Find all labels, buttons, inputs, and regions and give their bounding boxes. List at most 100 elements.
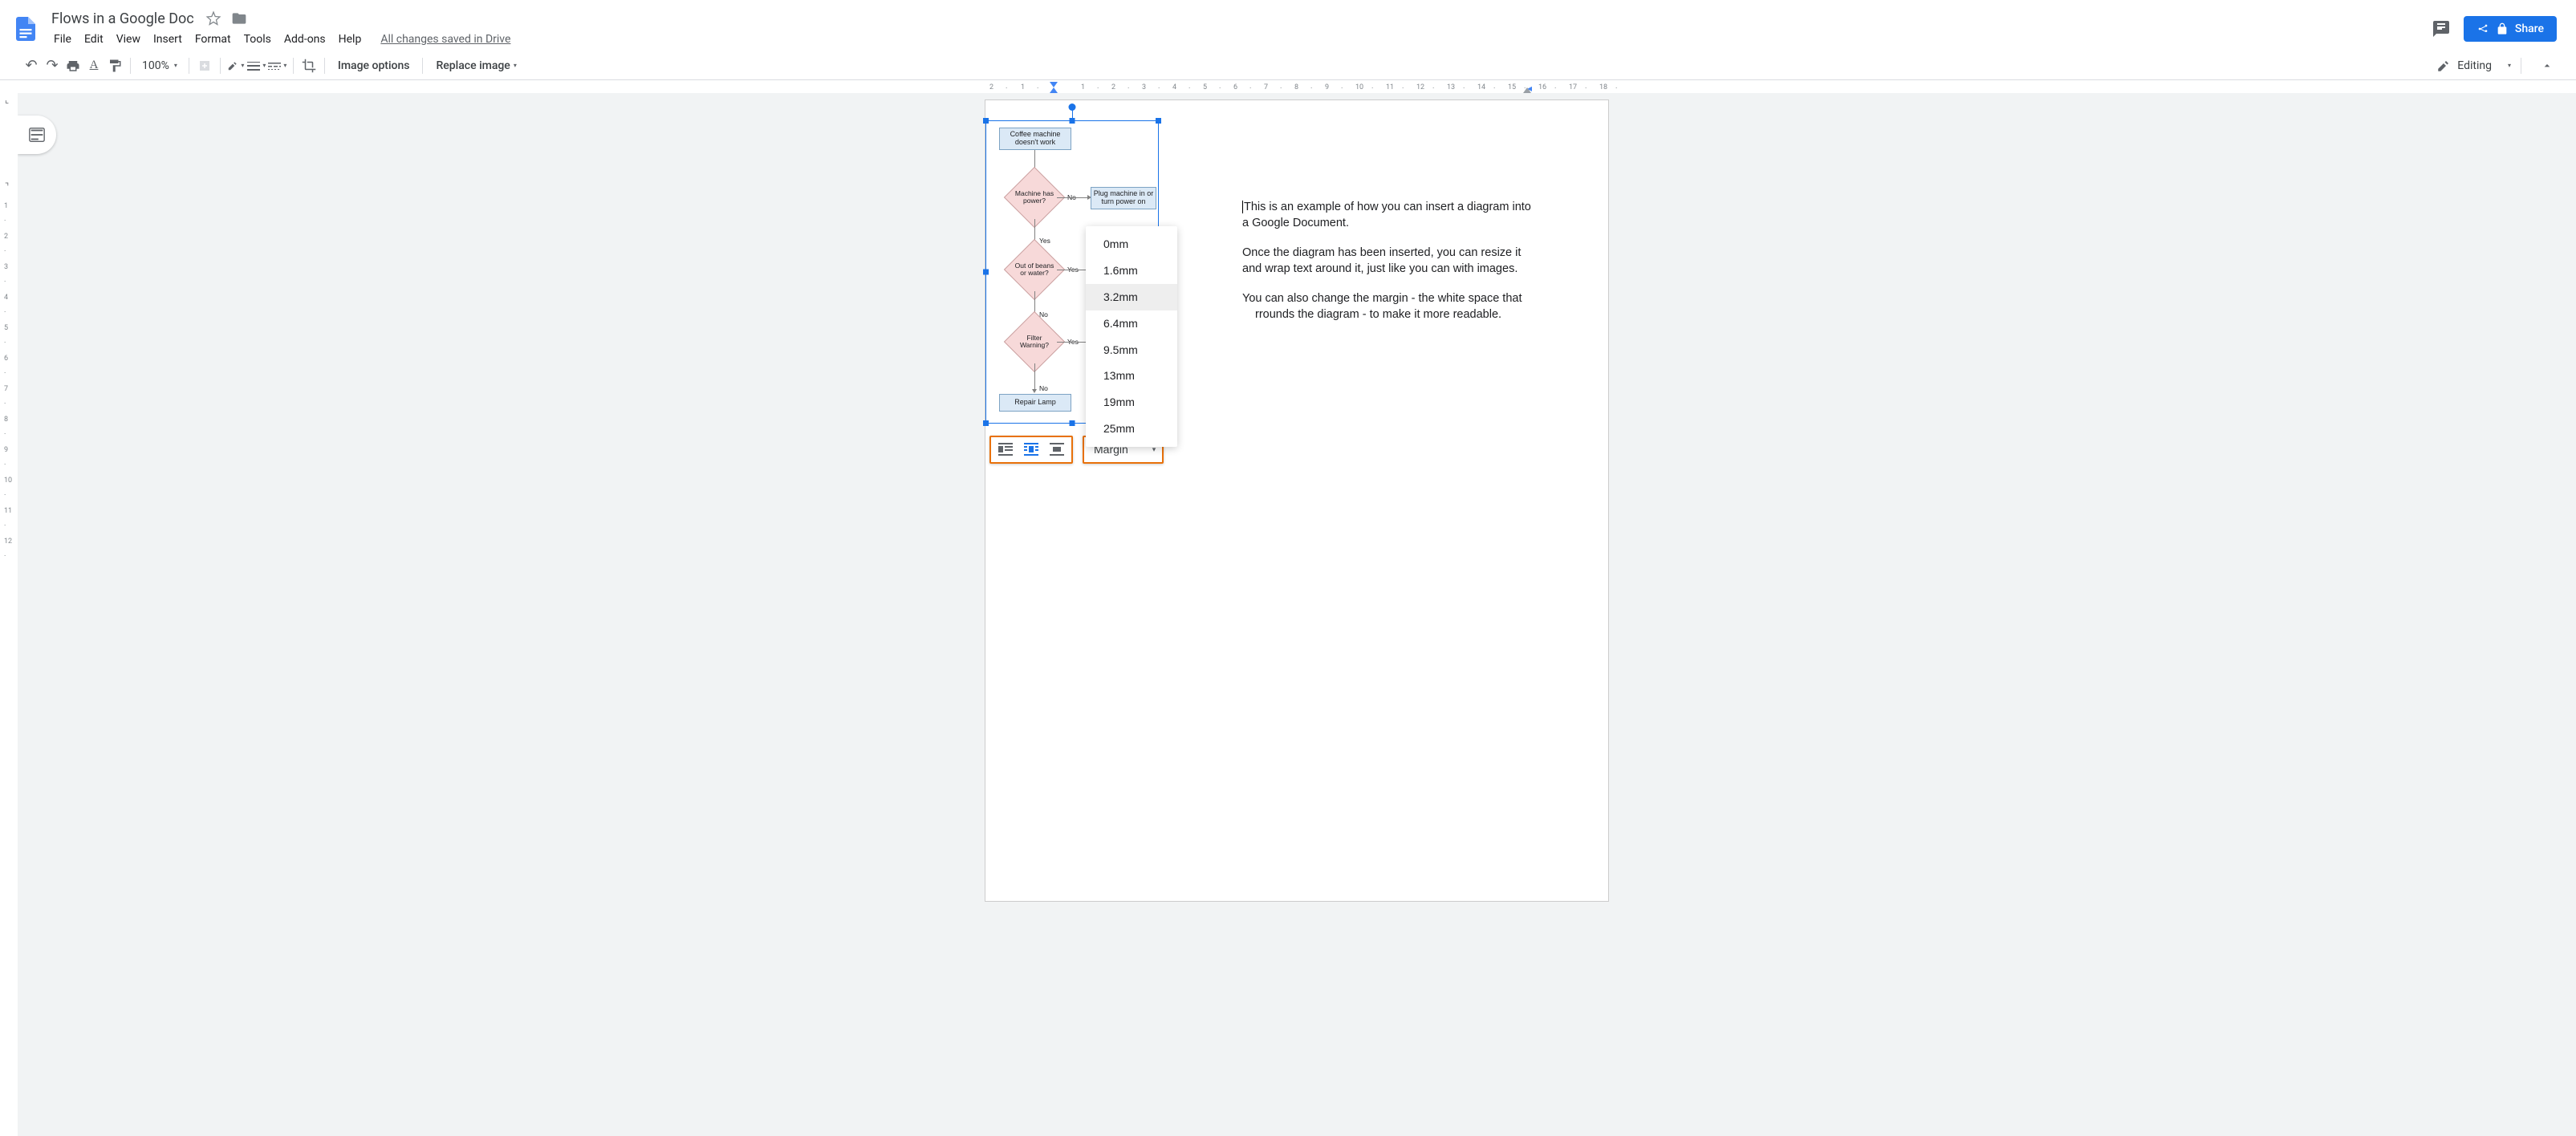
share-button[interactable]: Share [2464,16,2557,42]
ruler-tick: 2 [989,83,993,91]
fc-no3: No [1039,384,1048,393]
undo-button[interactable]: ↶ [21,55,42,77]
ruler-tick: 11 [1386,83,1394,91]
ruler-tick: 3 [1142,83,1146,91]
docs-logo[interactable] [10,13,42,45]
fc-filter: Filter Warning? [1013,320,1056,363]
doc-title[interactable]: Flows in a Google Doc [48,10,197,28]
resize-handle-s[interactable] [1070,420,1075,426]
menu-edit[interactable]: Edit [79,30,109,49]
ruler-tick: 9 [1325,83,1329,91]
ruler-tick: 15 [1508,83,1516,91]
margin-dropdown-menu: 0mm1.6mm3.2mm6.4mm9.5mm13mm19mm25mm [1086,226,1177,447]
ruler-tick: 13 [1447,83,1455,91]
vruler-tick: 2 [4,233,8,241]
paint-format-button[interactable] [104,55,125,77]
vruler-tick: 7 [4,385,8,393]
paragraph-2[interactable]: Once the diagram has been inserted, you … [1242,245,1531,277]
vruler-tick: 4 [4,294,8,302]
vruler-tick: 5 [4,324,8,332]
collapse-toolbar-button[interactable] [2536,59,2558,72]
ruler-tick: 1 [1021,83,1025,91]
resize-handle-sw[interactable] [983,420,989,426]
save-status[interactable]: All changes saved in Drive [375,30,516,49]
fc-power: Machine has power? [1013,176,1056,219]
vruler-tick: 8 [4,416,8,424]
fc-plug: Plug machine in or turn power on [1091,187,1156,209]
ruler-tick: 8 [1294,83,1298,91]
redo-button[interactable]: ↷ [42,55,63,77]
ruler-tick: 10 [1355,83,1363,91]
menu-file[interactable]: File [48,30,77,49]
paragraph-3[interactable]: You can also change the margin - the whi… [1242,291,1531,323]
vruler-tick: 1 [4,202,8,210]
print-button[interactable] [63,55,83,77]
ruler-tick: 4 [1172,83,1176,91]
border-dash-button[interactable] [267,55,288,77]
ruler-tick: 14 [1477,83,1485,91]
wrap-break-button[interactable] [1046,440,1067,459]
margin-option[interactable]: 9.5mm [1086,337,1177,363]
move-folder-icon[interactable] [230,9,249,28]
zoom-dropdown[interactable]: 100% [136,59,184,72]
margin-option[interactable]: 13mm [1086,363,1177,389]
resize-handle-n[interactable] [1070,118,1075,124]
spellcheck-button[interactable]: A [83,55,104,77]
rotate-handle[interactable] [1069,103,1076,111]
margin-option[interactable]: 1.6mm [1086,258,1177,284]
ruler-tick: 6 [1233,83,1237,91]
ruler-tick: 12 [1416,83,1424,91]
ruler-tick: 18 [1599,83,1607,91]
wrap-inline-button[interactable] [995,440,1016,459]
resize-handle-nw[interactable] [983,118,989,124]
menu-help[interactable]: Help [333,30,368,49]
margin-option[interactable]: 0mm [1086,231,1177,258]
replace-image-button[interactable]: Replace image [428,55,524,77]
border-weight-button[interactable] [246,55,267,77]
horizontal-ruler[interactable]: ◂ 2·1·1·2·3·4·5·6·7·8·9·10·11·12·13·14·1… [0,80,2576,93]
menu-tools[interactable]: Tools [238,30,277,49]
add-comment-button [194,55,215,77]
fc-yes1: Yes [1039,237,1050,245]
fc-repair: Repair Lamp [999,394,1071,412]
ruler-tick: 2 [1111,83,1115,91]
crop-button[interactable] [299,55,319,77]
resize-handle-w[interactable] [983,270,989,275]
margin-option[interactable]: 6.4mm [1086,310,1177,337]
star-icon[interactable] [204,9,223,28]
vruler-tick: 10 [4,477,12,485]
menu-addons[interactable]: Add-ons [278,30,331,49]
fc-beans: Out of beans or water? [1013,248,1056,291]
editing-label: Editing [2457,59,2492,72]
margin-option[interactable]: 3.2mm [1086,284,1177,310]
menu-format[interactable]: Format [189,30,237,49]
border-color-button[interactable] [226,55,246,77]
document-page[interactable]: Coffee machine doesn't work Machine has … [985,99,1609,902]
ruler-tick: 1 [1081,83,1085,91]
ruler-tick: 17 [1569,83,1577,91]
share-label: Share [2515,22,2544,35]
paragraph-1[interactable]: This is an example of how you can insert… [1242,200,1531,231]
wrap-text-button[interactable] [1021,440,1042,459]
vruler-tick: 6 [4,355,8,363]
vruler-tick: 3 [4,263,8,271]
menu-insert[interactable]: Insert [148,30,188,49]
margin-option[interactable]: 19mm [1086,389,1177,416]
text-wrap-group [989,436,1073,464]
toolbar: ↶ ↷ A 100% Image options Replace image E… [0,51,2576,80]
vruler-tick: 11 [4,507,12,515]
outline-toggle-button[interactable] [18,116,56,154]
fc-start: Coffee machine doesn't work [999,128,1071,150]
margin-option[interactable]: 25mm [1086,416,1177,442]
ruler-tick: 16 [1538,83,1546,91]
comments-icon[interactable] [2430,18,2452,40]
mode-editing-button[interactable]: Editing ▾ [2432,59,2516,73]
ruler-tick: 5 [1203,83,1207,91]
vruler-tick: 12 [4,538,12,546]
menu-view[interactable]: View [111,30,146,49]
image-options-button[interactable]: Image options [330,55,418,77]
editor-surface[interactable]: Coffee machine doesn't work Machine has … [18,93,2576,1136]
resize-handle-ne[interactable] [1156,118,1161,124]
vruler-tick: 9 [4,446,8,454]
vertical-ruler[interactable]: ⌞ ⌝ 1·2·3·4·5·6·7·8·9·10·11·12· [0,93,18,1136]
